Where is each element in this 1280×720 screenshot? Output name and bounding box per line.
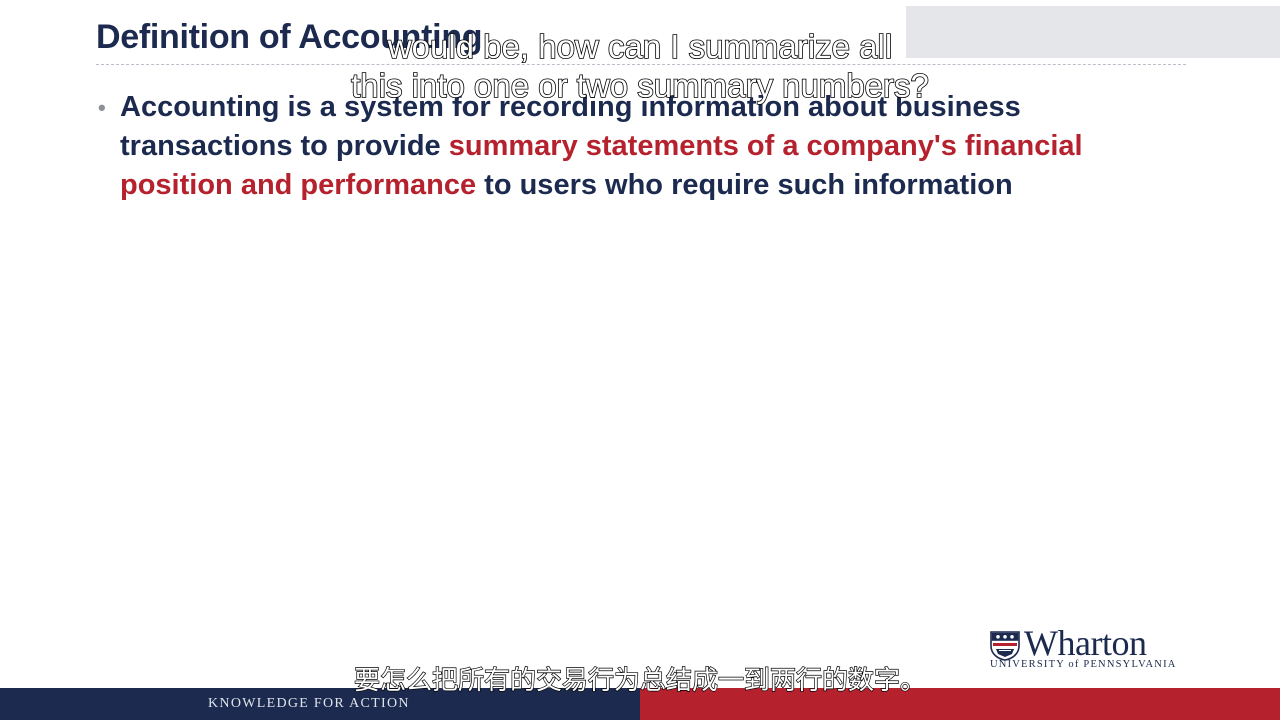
caption-english-line-1: would be, how can I summarize all bbox=[387, 27, 893, 66]
caption-english-line-2: this into one or two summary numbers? bbox=[350, 66, 929, 105]
caption-chinese: 要怎么把所有的交易行为总结成一到两行的数字。 bbox=[353, 665, 926, 696]
bullet-text-end: to users who require such information bbox=[476, 169, 1013, 201]
slide: Definition of Accounting • Accounting is… bbox=[0, 0, 1280, 720]
penn-shield-icon bbox=[990, 631, 1020, 661]
bullet-list: • Accounting is a system for recording i… bbox=[96, 88, 1196, 205]
bullet-item: • Accounting is a system for recording i… bbox=[96, 88, 1196, 205]
footer-tagline: KNOWLEDGE FOR ACTION bbox=[208, 696, 410, 711]
logo-wordmark: Wharton bbox=[1024, 623, 1147, 663]
